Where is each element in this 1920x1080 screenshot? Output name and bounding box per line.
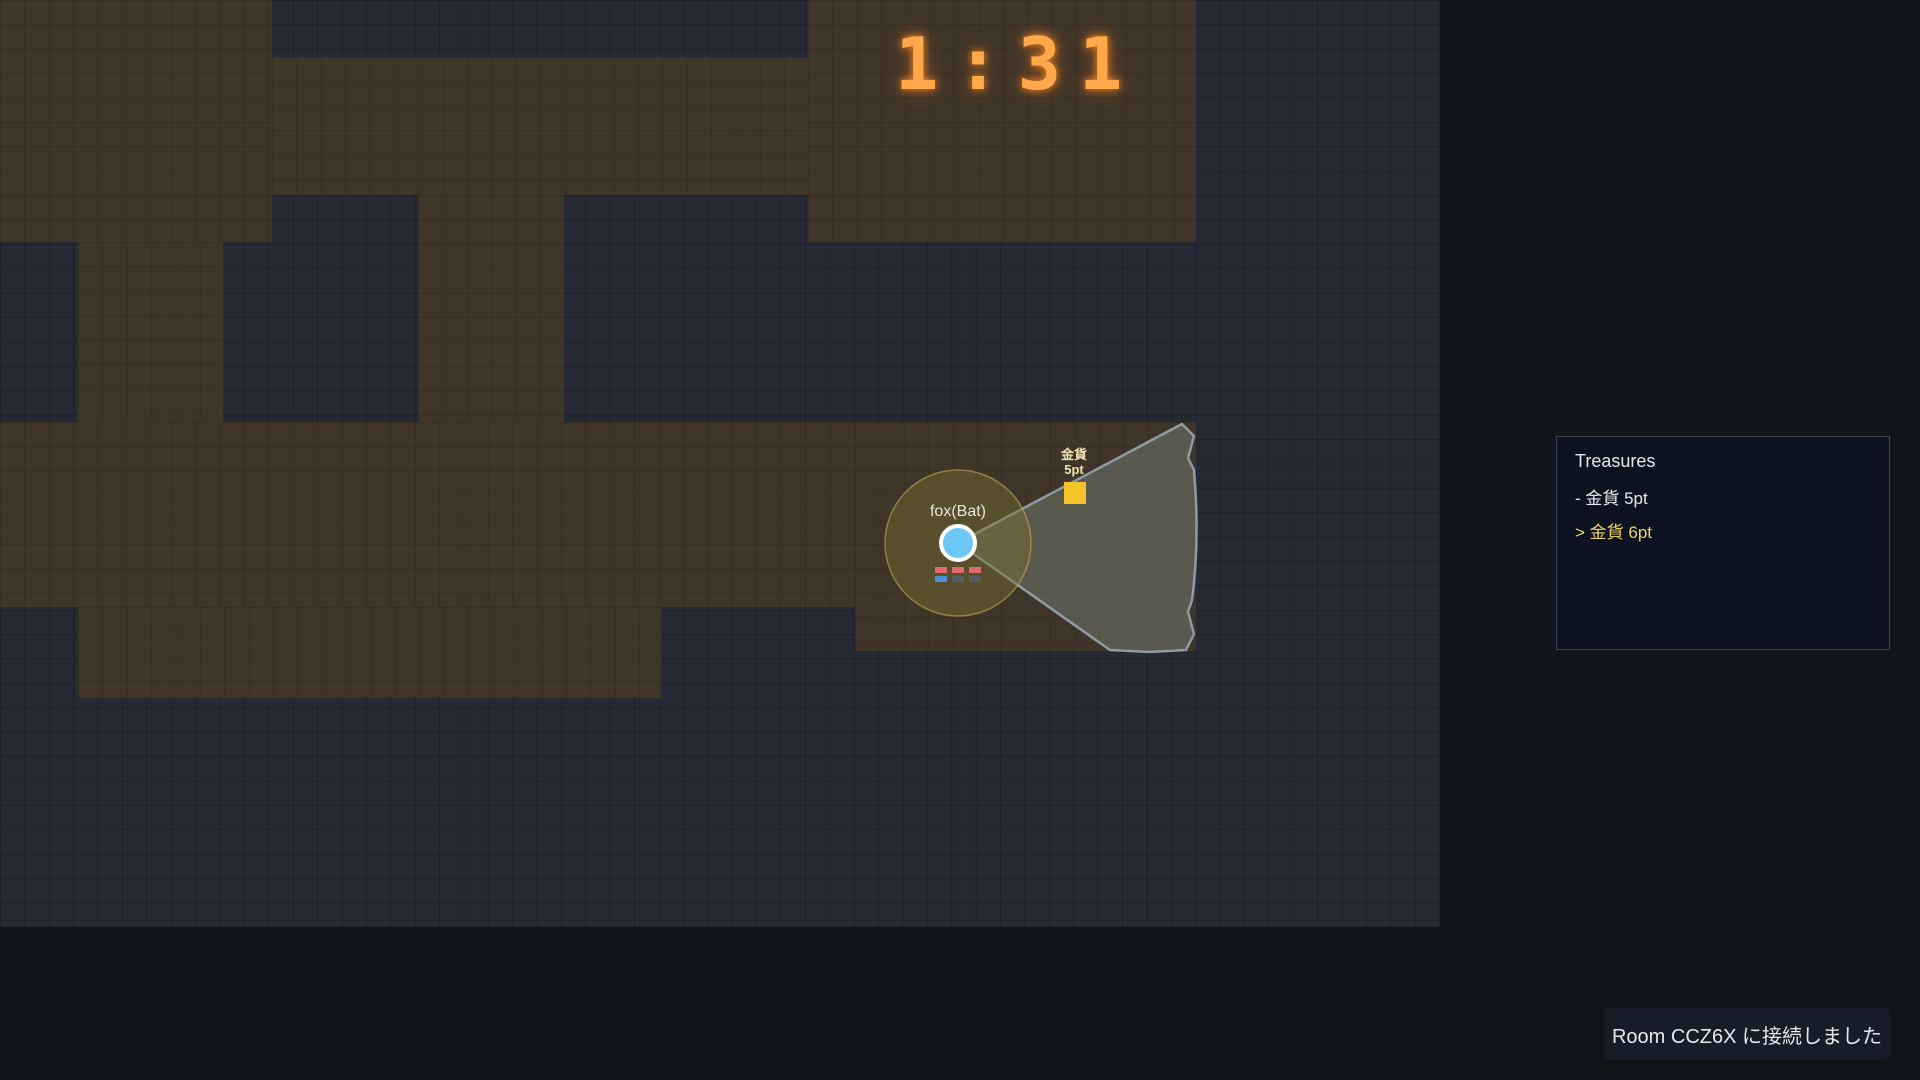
connection-toast: Room CCZ6X に接続しました <box>1604 1008 1890 1060</box>
treasure-marker[interactable] <box>1064 482 1086 504</box>
status-pip <box>935 576 947 582</box>
treasure-label: 金貨 5pt <box>1044 447 1104 478</box>
player-token[interactable] <box>939 524 977 562</box>
player-name-label: fox(Bat) <box>929 503 986 520</box>
map-overlay <box>884 422 1198 654</box>
status-pip <box>952 576 964 582</box>
treasures-panel: Treasures - 金貨 5pt > 金貨 6pt <box>1556 436 1890 650</box>
status-pip <box>935 567 947 573</box>
treasure-name: 金貨 <box>1060 447 1087 462</box>
game-map[interactable]: 1:31 fox(Bat) 金貨 5pt <box>0 0 1440 927</box>
treasure-list-item-current: > 金貨 6pt <box>1575 523 1653 542</box>
treasures-panel-title: Treasures <box>1575 451 1656 471</box>
status-pip <box>952 567 964 573</box>
treasure-list-item: - 金貨 5pt <box>1575 489 1648 508</box>
treasure-points: 5pt <box>1064 461 1084 477</box>
status-pip <box>969 567 981 573</box>
countdown-timer: 1:31 <box>895 22 1141 106</box>
status-pip <box>969 576 981 582</box>
